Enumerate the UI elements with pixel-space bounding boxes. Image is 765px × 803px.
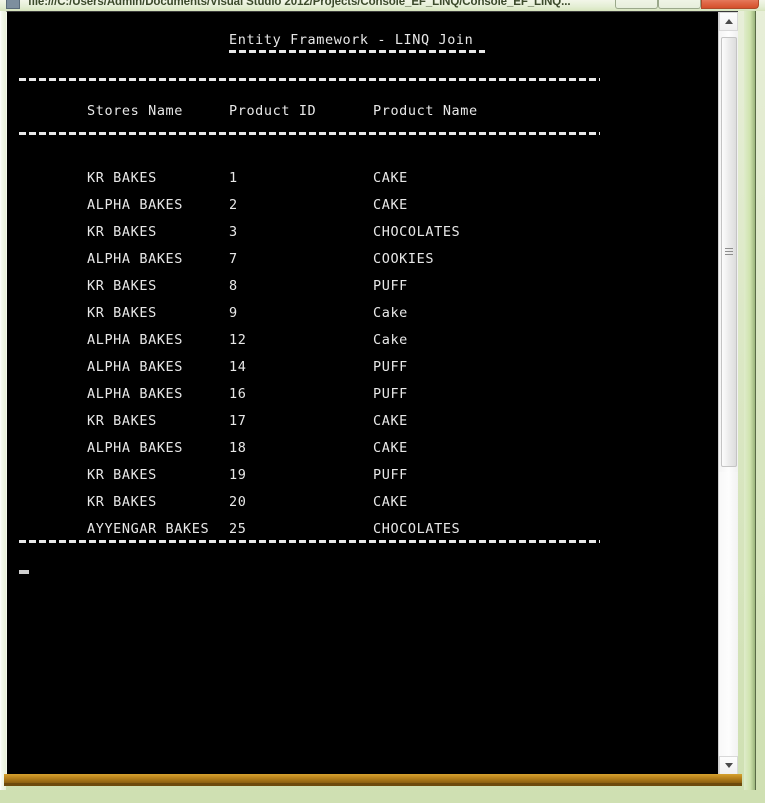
- cell-product-id: 2: [229, 197, 238, 213]
- cell-store-name: ALPHA BAKES: [87, 440, 184, 456]
- cell-product-id: 7: [229, 251, 238, 267]
- window-title: file:///C:/Users/Admin/Documents/Visual …: [28, 0, 571, 8]
- scroll-up-arrow-icon[interactable]: [719, 12, 738, 31]
- table-body: KR BAKES 1 CAKE ALPHA BAKES 2 CAKE KR BAKES 3 CH…: [7, 169, 719, 547]
- window-frame: file:///C:/Users/Admin/Documents/Visual …: [0, 0, 765, 803]
- cell-product-id: 12: [229, 332, 247, 348]
- title-bar[interactable]: file:///C:/Users/Admin/Documents/Visual …: [0, 0, 765, 11]
- close-button[interactable]: [701, 0, 759, 9]
- window-bottom-border: [4, 774, 742, 783]
- cell-store-name: KR BAKES: [87, 278, 157, 294]
- table-row: KR BAKES 1 CAKE: [7, 169, 719, 196]
- cell-product-name: PUFF: [373, 467, 408, 483]
- separator-header: [19, 132, 600, 135]
- maximize-button[interactable]: [658, 0, 701, 9]
- cell-product-id: 9: [229, 305, 238, 321]
- cell-store-name: KR BAKES: [87, 224, 157, 240]
- cell-store-name: ALPHA BAKES: [87, 386, 184, 402]
- separator-top: [19, 78, 600, 81]
- cell-product-name: PUFF: [373, 278, 408, 294]
- scrollbar-grip-icon: [725, 247, 733, 257]
- table-row: KR BAKES 9 Cake: [7, 304, 719, 331]
- cell-product-name: CAKE: [373, 197, 408, 213]
- table-row: ALPHA BAKES 12 Cake: [7, 331, 719, 358]
- cell-store-name: ALPHA BAKES: [87, 251, 184, 267]
- cell-store-name: ALPHA BAKES: [87, 197, 184, 213]
- cell-product-id: 17: [229, 413, 247, 429]
- cell-product-name: CAKE: [373, 170, 408, 186]
- cell-product-name: CHOCOLATES: [373, 521, 461, 537]
- chevron-up-icon: [724, 19, 733, 24]
- cell-store-name: KR BAKES: [87, 467, 157, 483]
- cell-product-name: CAKE: [373, 440, 408, 456]
- scrollbar-thumb[interactable]: [721, 37, 737, 467]
- separator-bottom: [19, 540, 600, 543]
- cell-product-name: CAKE: [373, 494, 408, 510]
- table-row: KR BAKES 20 CAKE: [7, 493, 719, 520]
- cell-product-id: 18: [229, 440, 247, 456]
- table-row: ALPHA BAKES 7 COOKIES: [7, 250, 719, 277]
- cell-store-name: AYYENGAR BAKES: [87, 521, 210, 537]
- chevron-down-icon: [724, 763, 733, 768]
- table-row: ALPHA BAKES 16 PUFF: [7, 385, 719, 412]
- console-heading: Entity Framework - LINQ Join: [229, 32, 474, 48]
- cell-product-id: 14: [229, 359, 247, 375]
- window-right-edge: [744, 0, 756, 790]
- console-output-area[interactable]: Entity Framework - LINQ Join Stores Name…: [7, 12, 719, 775]
- cell-product-name: CHOCOLATES: [373, 224, 461, 240]
- column-header-product-id: Product ID: [229, 103, 317, 119]
- table-header-row: Stores Name Product ID Product Name: [7, 102, 719, 120]
- table-row: ALPHA BAKES 14 PUFF: [7, 358, 719, 385]
- cell-product-name: CAKE: [373, 413, 408, 429]
- cell-product-id: 8: [229, 278, 238, 294]
- cell-product-id: 16: [229, 386, 247, 402]
- cell-store-name: KR BAKES: [87, 413, 157, 429]
- cell-store-name: KR BAKES: [87, 170, 157, 186]
- cell-product-name: COOKIES: [373, 251, 435, 267]
- minimize-button[interactable]: [615, 0, 658, 9]
- console-scrollbar[interactable]: [718, 12, 738, 775]
- cell-product-name: Cake: [373, 332, 408, 348]
- table-row: KR BAKES 17 CAKE: [7, 412, 719, 439]
- console-heading-underline: [229, 50, 485, 53]
- cell-store-name: ALPHA BAKES: [87, 332, 184, 348]
- console-app-icon: [6, 0, 20, 9]
- column-header-product-name: Product Name: [373, 103, 478, 119]
- cell-store-name: KR BAKES: [87, 305, 157, 321]
- cell-product-id: 19: [229, 467, 247, 483]
- cell-product-id: 25: [229, 521, 247, 537]
- window-bottom-shadow: [4, 783, 742, 786]
- console-window: Entity Framework - LINQ Join Stores Name…: [6, 11, 738, 775]
- table-row: ALPHA BAKES 2 CAKE: [7, 196, 719, 223]
- table-row: KR BAKES 19 PUFF: [7, 466, 719, 493]
- cell-product-id: 3: [229, 224, 238, 240]
- console-cursor: [19, 570, 29, 574]
- scrollbar-track[interactable]: [719, 472, 738, 756]
- cell-product-name: PUFF: [373, 359, 408, 375]
- cell-product-name: Cake: [373, 305, 408, 321]
- cell-product-id: 20: [229, 494, 247, 510]
- cell-store-name: ALPHA BAKES: [87, 359, 184, 375]
- cell-product-name: PUFF: [373, 386, 408, 402]
- window-controls: [615, 0, 759, 10]
- table-row: ALPHA BAKES 18 CAKE: [7, 439, 719, 466]
- column-header-stores-name: Stores Name: [87, 103, 184, 119]
- table-row: KR BAKES 3 CHOCOLATES: [7, 223, 719, 250]
- cell-product-id: 1: [229, 170, 238, 186]
- table-row: KR BAKES 8 PUFF: [7, 277, 719, 304]
- cell-store-name: KR BAKES: [87, 494, 157, 510]
- scroll-down-arrow-icon[interactable]: [719, 756, 738, 775]
